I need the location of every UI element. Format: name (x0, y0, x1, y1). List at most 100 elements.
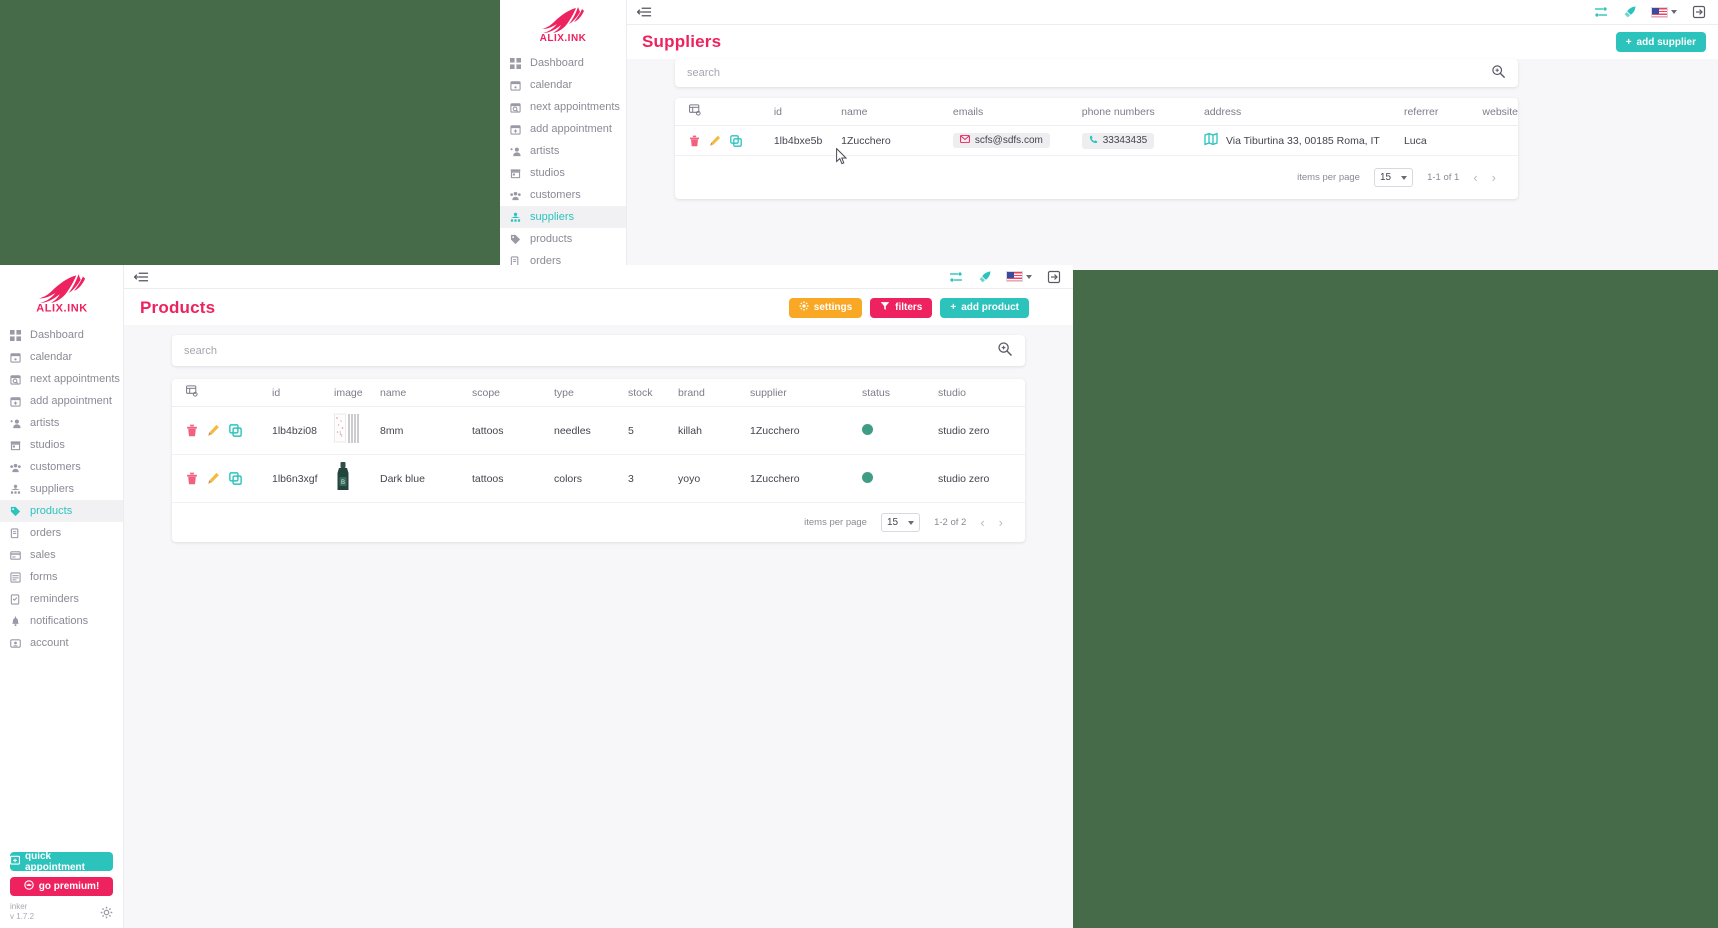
phone-icon (1089, 135, 1098, 147)
sidebar-item-calendar[interactable]: calendar (0, 346, 123, 368)
sidebar-item-customers[interactable]: customers (0, 456, 123, 478)
language-flag-icon[interactable] (1006, 271, 1032, 282)
svg-text:ALIX.INK: ALIX.INK (540, 33, 587, 44)
sidebar-item-next-appointments[interactable]: next appointments (0, 368, 123, 390)
prev-page-button[interactable]: ‹ (1473, 171, 1477, 184)
cell-supplier: 1Zucchero (750, 406, 862, 455)
duplicate-icon[interactable] (229, 424, 242, 437)
rocket-icon[interactable] (977, 269, 992, 284)
duplicate-icon[interactable] (730, 134, 742, 147)
cell-type: needles (554, 406, 628, 455)
items-per-page-select[interactable]: 15 (1373, 168, 1414, 187)
column-settings-header[interactable] (172, 379, 272, 407)
search-input[interactable]: search (184, 345, 997, 357)
pagination-range: 1-2 of 2 (934, 517, 967, 528)
column-address[interactable]: address (1203, 98, 1404, 126)
column-settings-header[interactable] (675, 98, 774, 126)
add-product-label: add product (961, 302, 1019, 313)
add-product-button[interactable]: + add product (940, 297, 1029, 318)
sidebar-item-products[interactable]: products (0, 500, 123, 522)
column-image[interactable]: image (334, 379, 380, 407)
sidebar-item-add-appointment[interactable]: add appointment (500, 118, 626, 140)
edit-icon[interactable] (207, 472, 220, 485)
logout-icon[interactable] (1691, 5, 1706, 20)
sidebar-item-suppliers[interactable]: suppliers (500, 206, 626, 228)
sidebar-item-label: customers (530, 189, 581, 201)
sidebar-item-label: Dashboard (530, 57, 584, 69)
column-studio[interactable]: studio (938, 379, 1025, 407)
column-brand[interactable]: brand (678, 379, 750, 407)
column-supplier[interactable]: supplier (750, 379, 862, 407)
delete-icon[interactable] (186, 424, 198, 437)
go-premium-button[interactable]: go premium! (10, 877, 113, 896)
list-settings-icon[interactable] (1593, 5, 1608, 20)
sidebar-item-artists[interactable]: artists (0, 412, 123, 434)
column-id[interactable]: id (773, 98, 842, 126)
sidebar-item-reminders[interactable]: reminders (0, 588, 123, 610)
search-bar[interactable]: search (675, 59, 1518, 87)
prev-page-button[interactable]: ‹ (980, 516, 984, 529)
sidebar-item-dashboard[interactable]: Dashboard (500, 52, 626, 74)
delete-icon[interactable] (186, 472, 198, 485)
search-icon[interactable] (997, 341, 1013, 360)
column-settings-icon[interactable] (186, 385, 198, 400)
table-row[interactable]: 1lb4bxe5b 1Zucchero scfs@sdfs.com 333434… (675, 125, 1518, 156)
next-page-button[interactable]: › (1492, 171, 1496, 184)
column-name[interactable]: name (380, 379, 472, 407)
suppliers-sidebar: ALIX.INK Dashboard calendar next appoint… (500, 0, 627, 270)
sidebar-item-notifications[interactable]: notifications (0, 610, 123, 632)
sidebar-item-next-appointments[interactable]: next appointments (500, 96, 626, 118)
column-scope[interactable]: scope (472, 379, 554, 407)
settings-button[interactable]: settings (788, 297, 863, 318)
forms-icon (9, 571, 22, 584)
delete-icon[interactable] (689, 135, 700, 147)
column-website[interactable]: website (1482, 98, 1518, 126)
search-icon[interactable] (1491, 64, 1506, 82)
sidebar-item-dashboard[interactable]: Dashboard (0, 324, 123, 346)
sidebar-item-products[interactable]: products (500, 228, 626, 250)
sidebar-item-suppliers[interactable]: suppliers (0, 478, 123, 500)
dashboard-icon (509, 57, 522, 70)
column-phone-numbers[interactable]: phone numbers (1081, 98, 1204, 126)
sidebar-item-orders[interactable]: orders (0, 522, 123, 544)
column-type[interactable]: type (554, 379, 628, 407)
column-settings-icon[interactable] (689, 104, 701, 119)
list-settings-icon[interactable] (948, 269, 963, 284)
products-topbar (124, 265, 1073, 289)
sidebar-item-sales[interactable]: sales (0, 544, 123, 566)
sidebar-item-customers[interactable]: customers (500, 184, 626, 206)
table-row[interactable]: 1lb4bzi08 L 8mm tattoos needles 5 killah… (172, 406, 1025, 455)
language-flag-icon[interactable] (1651, 6, 1677, 18)
add-supplier-button[interactable]: + add supplier (1615, 32, 1706, 52)
search-bar[interactable]: search (172, 335, 1025, 366)
filters-button[interactable]: filters (870, 297, 933, 318)
items-per-page-select[interactable]: 15 (880, 513, 921, 532)
quick-appointment-button[interactable]: quick appointment (10, 851, 113, 873)
column-status[interactable]: status (862, 379, 938, 407)
column-name[interactable]: name (841, 98, 953, 126)
sidebar-item-artists[interactable]: artists (500, 140, 626, 162)
sidebar-item-studios[interactable]: studios (500, 162, 626, 184)
edit-icon[interactable] (207, 424, 220, 437)
column-emails[interactable]: emails (952, 98, 1082, 126)
sidebar-item-forms[interactable]: forms (0, 566, 123, 588)
gear-icon[interactable] (100, 906, 113, 922)
sidebar-item-calendar[interactable]: calendar (500, 74, 626, 96)
search-input[interactable]: search (687, 67, 1491, 79)
table-row[interactable]: 1lb6n3xgf B Dark blue tattoos colors 3 y… (172, 454, 1025, 503)
collapse-sidebar-icon[interactable] (637, 6, 652, 18)
sidebar-item-account[interactable]: account (0, 632, 123, 654)
edit-icon[interactable] (709, 135, 721, 147)
column-referrer[interactable]: referrer (1403, 98, 1483, 126)
sidebar-item-add-appointment[interactable]: add appointment (0, 390, 123, 412)
rocket-icon[interactable] (1622, 5, 1637, 20)
duplicate-icon[interactable] (229, 472, 242, 485)
sidebar-item-studios[interactable]: studios (0, 434, 123, 456)
phone-chip[interactable]: 33343435 (1081, 132, 1155, 149)
email-chip[interactable]: scfs@sdfs.com (952, 133, 1050, 148)
column-id[interactable]: id (272, 379, 334, 407)
collapse-sidebar-icon[interactable] (134, 271, 149, 283)
logout-icon[interactable] (1046, 269, 1061, 284)
next-page-button[interactable]: › (999, 516, 1003, 529)
column-stock[interactable]: stock (628, 379, 678, 407)
